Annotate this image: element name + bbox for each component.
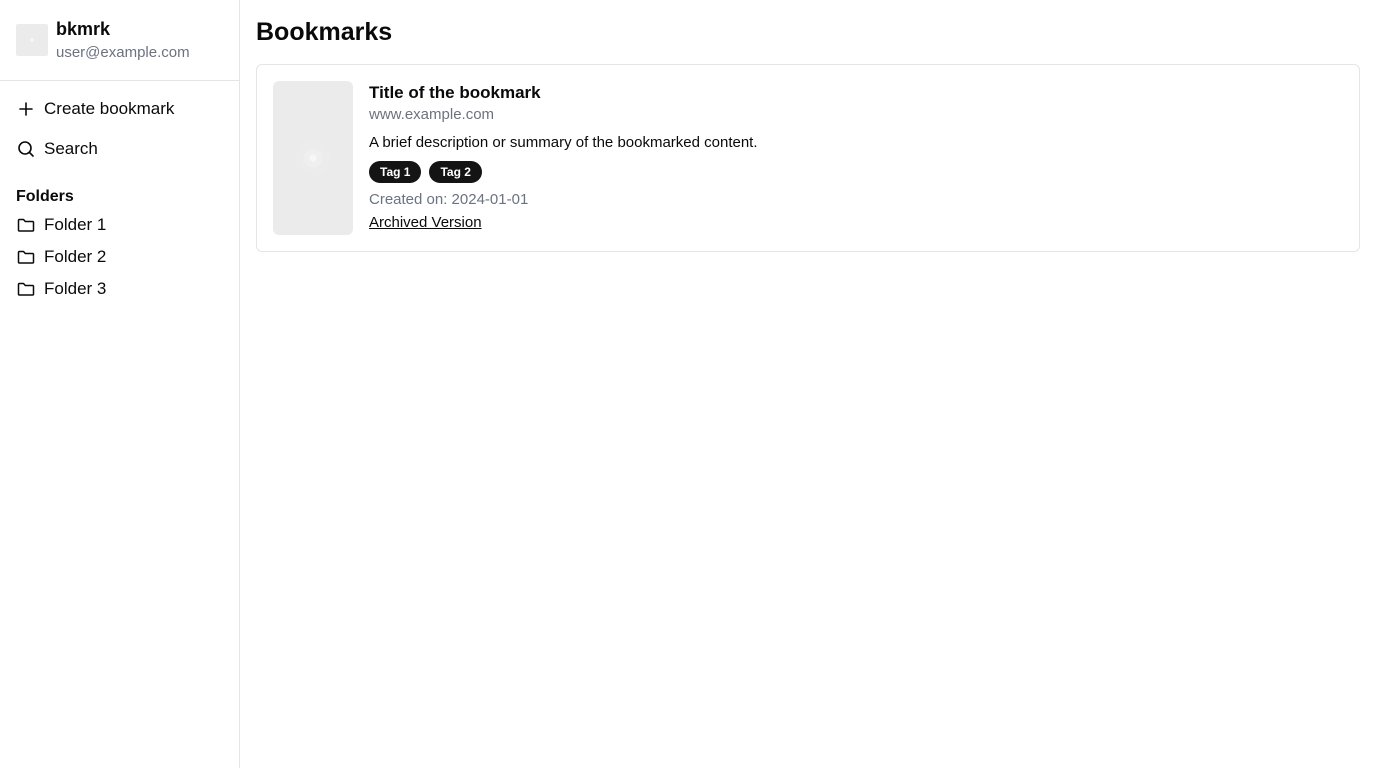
app-name: bkmrk bbox=[56, 19, 111, 39]
folder-icon bbox=[16, 247, 36, 267]
folders-heading: Folders bbox=[16, 188, 74, 205]
tag-list: Tag 1 Tag 2 bbox=[369, 161, 758, 183]
create-bookmark-button[interactable]: Create bookmark bbox=[0, 89, 239, 129]
sidebar: bkmrk user@example.com Create bookmark S… bbox=[0, 0, 240, 768]
page-title: Bookmarks bbox=[256, 18, 393, 46]
bookmark-url: www.example.com bbox=[369, 106, 495, 123]
folder-item-1[interactable]: Folder 1 bbox=[0, 209, 239, 241]
bookmark-details: Title of the bookmark www.example.com A … bbox=[369, 81, 758, 235]
folder-label: Folder 3 bbox=[44, 279, 107, 298]
user-email: user@example.com bbox=[56, 44, 190, 61]
sidebar-nav: Create bookmark Search bbox=[0, 81, 239, 169]
tag-badge[interactable]: Tag 2 bbox=[429, 161, 482, 183]
app: bkmrk user@example.com Create bookmark S… bbox=[0, 0, 1376, 768]
bookmark-thumbnail bbox=[273, 81, 353, 235]
folder-label: Folder 1 bbox=[44, 215, 107, 234]
main-content: Bookmarks Title of the bookmark www.exam… bbox=[240, 0, 1376, 768]
profile-text: bkmrk user@example.com bbox=[56, 16, 190, 64]
bookmark-description: A brief description or summary of the bo… bbox=[369, 134, 758, 151]
search-label: Search bbox=[44, 139, 98, 158]
folder-item-3[interactable]: Folder 3 bbox=[0, 273, 239, 305]
create-bookmark-label: Create bookmark bbox=[44, 99, 175, 118]
folder-item-2[interactable]: Folder 2 bbox=[0, 241, 239, 273]
bookmark-title[interactable]: Title of the bookmark bbox=[369, 81, 758, 105]
archived-version-link[interactable]: Archived Version bbox=[369, 213, 482, 233]
folder-icon bbox=[16, 279, 36, 299]
search-button[interactable]: Search bbox=[0, 129, 239, 169]
avatar bbox=[16, 24, 48, 56]
bookmark-card[interactable]: Title of the bookmark www.example.com A … bbox=[256, 64, 1360, 252]
loading-spinner-icon bbox=[296, 141, 330, 175]
plus-icon bbox=[16, 99, 36, 119]
folder-icon bbox=[16, 215, 36, 235]
user-profile[interactable]: bkmrk user@example.com bbox=[0, 0, 239, 81]
search-icon bbox=[16, 139, 36, 159]
folder-label: Folder 2 bbox=[44, 247, 107, 266]
bookmark-created-date: Created on: 2024-01-01 bbox=[369, 191, 529, 208]
tag-badge[interactable]: Tag 1 bbox=[369, 161, 422, 183]
